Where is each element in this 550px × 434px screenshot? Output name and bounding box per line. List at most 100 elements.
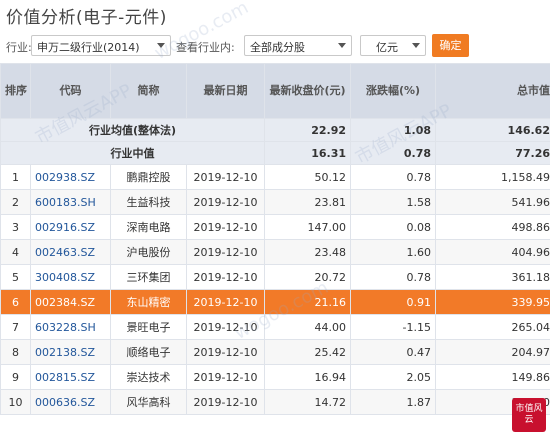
- table-row[interactable]: 9 002815.SZ 崇达技术 2019-12-10 16.94 2.05 149.86: [0, 364, 550, 390]
- date-cell: 2019-12-10: [186, 364, 265, 390]
- date-cell: 2019-12-10: [186, 239, 265, 265]
- close-cell: 16.94: [264, 364, 351, 390]
- table-row[interactable]: 10000636.SZ风华高科2019-12-1014.721.87131.80: [0, 389, 550, 415]
- date-cell: 2019-12-10: [186, 214, 265, 240]
- industry-label: 行业:: [6, 41, 32, 54]
- name-cell: 崇达技术: [110, 364, 187, 390]
- date-cell: 2019-12-10: [186, 164, 265, 190]
- col-rank-header[interactable]: 排序: [0, 63, 31, 119]
- summary-row-mean: 行业均值(整体法) 22.92 1.08 146.62: [0, 118, 550, 142]
- code-link[interactable]: 002815.SZ: [30, 364, 111, 390]
- change-cell: 0.78: [350, 164, 436, 190]
- change-cell: 1.87: [350, 389, 436, 415]
- table-row[interactable]: 5 300408.SZ 三环集团 2019-12-10 20.72 0.78 361.18: [0, 264, 550, 290]
- summary-change: 1.08: [350, 118, 436, 142]
- change-cell: 0.08: [350, 214, 436, 240]
- mktcap-cell: 265.04: [435, 314, 550, 340]
- change-cell: 0.47: [350, 339, 436, 365]
- rank-cell: 7: [0, 314, 31, 340]
- mktcap-cell: 498.86: [435, 214, 550, 240]
- table-row[interactable]: 4 002463.SZ 沪电股份 2019-12-10 23.48 1.60 404.96: [0, 239, 550, 265]
- code-link[interactable]: 603228.SH: [30, 314, 111, 340]
- mktcap-cell: 339.95: [435, 289, 550, 315]
- date-cell: 2019-12-10: [186, 189, 265, 215]
- col-mktcap-header[interactable]: 总市值: [435, 63, 550, 119]
- close-cell: 25.42: [264, 339, 351, 365]
- mktcap-cell: 361.18: [435, 264, 550, 290]
- mktcap-cell: 404.96: [435, 239, 550, 265]
- name-cell: 深南电路: [110, 214, 187, 240]
- close-cell: 21.16: [264, 289, 351, 315]
- mktcap-cell: 541.96: [435, 189, 550, 215]
- col-name-header[interactable]: 简称: [110, 63, 187, 119]
- close-cell: 20.72: [264, 264, 351, 290]
- table-row[interactable]: 3 002916.SZ 深南电路 2019-12-10 147.00 0.08 498.86: [0, 214, 550, 240]
- code-link[interactable]: 600183.SH: [30, 189, 111, 215]
- rank-cell: 4: [0, 239, 31, 265]
- summary-mktcap: 77.26: [435, 141, 550, 165]
- mktcap-cell: 149.86: [435, 364, 550, 390]
- name-cell: 三环集团: [110, 264, 187, 290]
- unit-select[interactable]: 亿元: [360, 35, 426, 56]
- date-cell: 2019-12-10: [186, 289, 265, 315]
- code-link[interactable]: 000636.SZ: [30, 389, 111, 415]
- industry-select-value: 申万二级行业(2014): [37, 41, 140, 54]
- value-table: 排序 代码 简称 最新日期 最新收盘价(元) 涨跌幅(%) 总市值 行业均值(整…: [0, 63, 550, 415]
- table-row[interactable]: 8 002138.SZ 顺络电子 2019-12-10 25.42 0.47 204.97: [0, 339, 550, 365]
- chevron-down-icon: [338, 43, 346, 48]
- close-cell: 50.12: [264, 164, 351, 190]
- name-cell: 东山精密: [110, 289, 187, 315]
- confirm-button[interactable]: 确定: [432, 34, 469, 57]
- col-code-header[interactable]: 代码: [30, 63, 111, 119]
- name-cell: 景旺电子: [110, 314, 187, 340]
- table-row[interactable]: 7 603228.SH 景旺电子 2019-12-10 44.00 -1.15 265.04: [0, 314, 550, 340]
- scope-select-value: 全部成分股: [250, 41, 305, 54]
- name-cell: 鹏鼎控股: [110, 164, 187, 190]
- close-cell: 14.72: [264, 389, 351, 415]
- code-link[interactable]: 002463.SZ: [30, 239, 111, 265]
- mktcap-cell: 204.97: [435, 339, 550, 365]
- rank-cell: 6: [0, 289, 31, 315]
- rank-cell: 2: [0, 189, 31, 215]
- chevron-down-icon: [157, 43, 165, 48]
- summary-close: 22.92: [264, 118, 351, 142]
- date-cell: 2019-12-10: [186, 314, 265, 340]
- rank-cell: 5: [0, 264, 31, 290]
- name-cell: 风华高科: [110, 389, 187, 415]
- date-cell: 2019-12-10: [186, 339, 265, 365]
- table-row[interactable]: 6 002384.SZ 东山精密 2019-12-10 21.16 0.91 339.95: [0, 289, 550, 315]
- filter-bar: 行业: 申万二级行业(2014) 查看行业内: 全部成分股 亿元 确定: [0, 32, 550, 60]
- table-row[interactable]: 1 002938.SZ 鹏鼎控股 2019-12-10 50.12 0.78 1,158.4…: [0, 164, 550, 190]
- change-cell: 1.58: [350, 189, 436, 215]
- change-cell: -1.15: [350, 314, 436, 340]
- summary-label: 行业均值(整体法): [0, 118, 265, 142]
- change-cell: 0.78: [350, 264, 436, 290]
- table-header-row: 排序 代码 简称 最新日期 最新收盘价(元) 涨跌幅(%) 总市值: [0, 63, 550, 119]
- code-link[interactable]: 300408.SZ: [30, 264, 111, 290]
- brand-logo: 市值风云: [512, 398, 546, 432]
- close-cell: 23.81: [264, 189, 351, 215]
- code-link[interactable]: 002916.SZ: [30, 214, 111, 240]
- date-cell: 2019-12-10: [186, 264, 265, 290]
- change-cell: 0.91: [350, 289, 436, 315]
- close-cell: 23.48: [264, 239, 351, 265]
- col-date-header[interactable]: 最新日期: [186, 63, 265, 119]
- code-link[interactable]: 002938.SZ: [30, 164, 111, 190]
- rank-cell: 9: [0, 364, 31, 390]
- chevron-down-icon: [412, 43, 420, 48]
- page-title: 价值分析(电子-元件): [6, 8, 167, 28]
- unit-select-value: 亿元: [376, 41, 398, 54]
- col-change-header[interactable]: 涨跌幅(%): [350, 63, 436, 119]
- view-label: 查看行业内:: [176, 41, 235, 54]
- table-row[interactable]: 2 600183.SH 生益科技 2019-12-10 23.81 1.58 541.96: [0, 189, 550, 215]
- rank-cell: 8: [0, 339, 31, 365]
- name-cell: 顺络电子: [110, 339, 187, 365]
- col-close-header[interactable]: 最新收盘价(元): [264, 63, 351, 119]
- rank-cell: 3: [0, 214, 31, 240]
- code-link[interactable]: 002384.SZ: [30, 289, 111, 315]
- code-link[interactable]: 002138.SZ: [30, 339, 111, 365]
- scope-select[interactable]: 全部成分股: [244, 35, 352, 56]
- industry-select[interactable]: 申万二级行业(2014): [31, 35, 171, 56]
- change-cell: 1.60: [350, 239, 436, 265]
- summary-change: 0.78: [350, 141, 436, 165]
